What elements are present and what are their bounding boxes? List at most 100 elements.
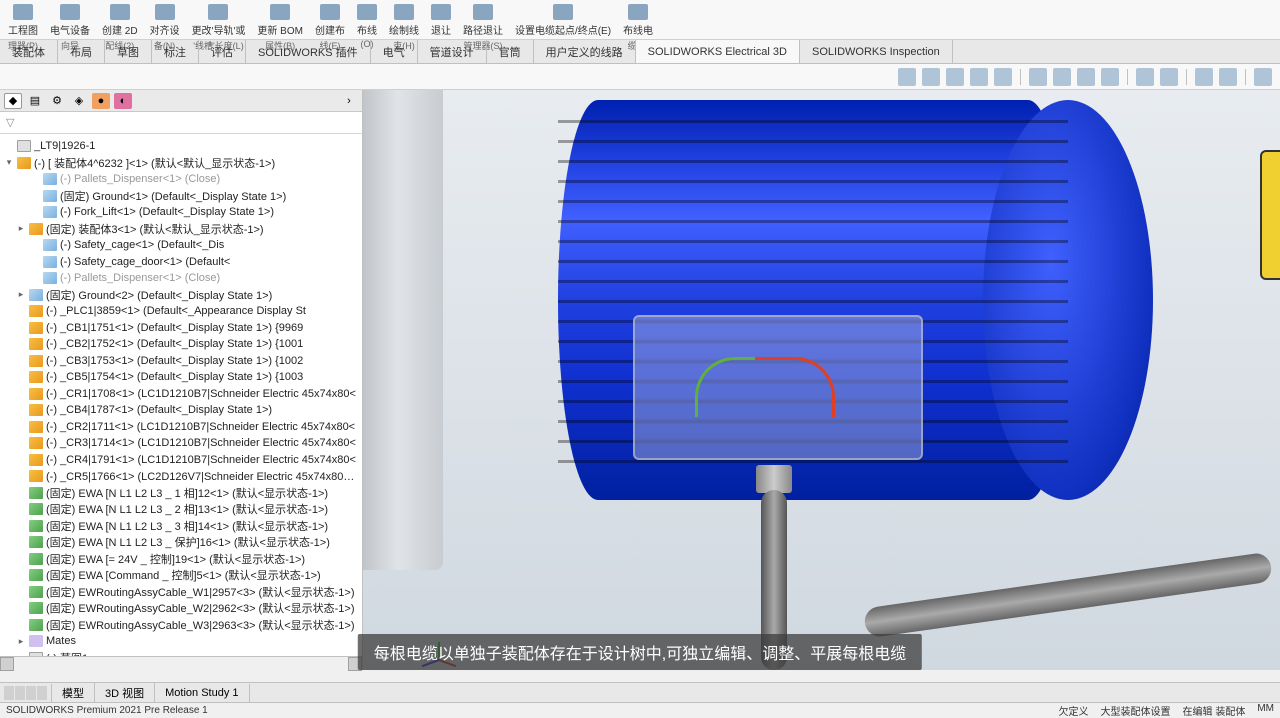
tree-item[interactable]: ▸Mates — [0, 633, 362, 650]
expand-icon[interactable]: ▾ — [4, 157, 14, 168]
tree-item[interactable]: (固定) EWRoutingAssyCable_W1|2957<3> (默认<显… — [0, 584, 362, 601]
tree-item[interactable]: (固定) EWA [N L1 L2 L3 _ 2 相]13<1> (默认<显示状… — [0, 501, 362, 518]
view-icon[interactable] — [1136, 68, 1154, 86]
tool-icon — [320, 4, 340, 20]
item-label: (固定) EWA [N L1 L2 L3 _ 2 相]13<1> (默认<显示状… — [46, 501, 328, 517]
item-icon — [29, 404, 43, 416]
tree-item[interactable]: ▸(固定) Ground<2> (Default<_Display State … — [0, 287, 362, 304]
tree-item[interactable]: (-) _PLC1|3859<1> (Default<_Appearance D… — [0, 303, 362, 320]
tree-item[interactable]: (-) _CR4|1791<1> (LC1D1210B7|Schneider E… — [0, 452, 362, 469]
item-label: (-) _PLC1|3859<1> (Default<_Appearance D… — [46, 305, 306, 317]
command-tab[interactable]: SOLIDWORKS 插件 — [246, 40, 371, 63]
item-icon — [29, 602, 43, 614]
command-tab[interactable]: 官筒 — [487, 40, 534, 63]
tree-item[interactable]: (-) Safety_cage<1> (Default<_Dis — [0, 237, 362, 254]
item-icon — [43, 206, 57, 218]
horizontal-scrollbar[interactable] — [0, 656, 362, 670]
tree-item[interactable]: (-) _CB3|1753<1> (Default<_Display State… — [0, 353, 362, 370]
dim-tab-icon[interactable]: ◈ — [70, 93, 88, 109]
command-tab[interactable]: 用户定义的线路 — [534, 40, 636, 63]
view-icon[interactable] — [1077, 68, 1095, 86]
tree-item[interactable]: (-) Fork_Lift<1> (Default<_Display State… — [0, 204, 362, 221]
tool-icon — [628, 4, 648, 20]
red-wire — [755, 357, 835, 417]
tree-item[interactable]: (固定) EWA [= 24V _ 控制]19<1> (默认<显示状态-1>) — [0, 551, 362, 568]
scroll-left-button[interactable] — [0, 657, 14, 671]
command-tab[interactable]: 电气 — [371, 40, 418, 63]
tree-item[interactable]: (固定) EWRoutingAssyCable_W2|2962<3> (默认<显… — [0, 600, 362, 617]
expand-icon[interactable]: ▸ — [16, 636, 26, 647]
toolbar-button[interactable]: 退让 — [427, 2, 455, 41]
tree-item[interactable]: (-) _CR3|1714<1> (LC1D1210B7|Schneider E… — [0, 435, 362, 452]
view-icon[interactable] — [1101, 68, 1119, 86]
view-icon[interactable] — [1053, 68, 1071, 86]
tree-item[interactable]: (-) Pallets_Dispenser<1> (Close) — [0, 171, 362, 188]
3dview-tab[interactable]: 3D 视图 — [95, 682, 155, 704]
tree-item[interactable]: (固定) EWA [Command _ 控制]5<1> (默认<显示状态-1>) — [0, 567, 362, 584]
tree-item[interactable]: (-) _CR5|1766<1> (LC2D126V7|Schneider El… — [0, 468, 362, 485]
tree-item[interactable]: (固定) EWA [N L1 L2 L3 _ 1 相]12<1> (默认<显示状… — [0, 485, 362, 502]
tree-item[interactable]: (-) _CB2|1752<1> (Default<_Display State… — [0, 336, 362, 353]
view-icon[interactable] — [970, 68, 988, 86]
appearance-tab-icon[interactable]: ◐ — [114, 93, 132, 109]
view-icon[interactable] — [1254, 68, 1272, 86]
view-icon[interactable] — [1219, 68, 1237, 86]
filter-icon[interactable]: ▽ — [6, 116, 14, 129]
tree-item[interactable]: (-) Pallets_Dispenser<1> (Close) — [0, 270, 362, 287]
tree-item[interactable]: ▸(固定) 装配体3<1> (默认<默认_显示状态-1>) — [0, 221, 362, 238]
view-icon[interactable] — [922, 68, 940, 86]
tree-item[interactable]: _LT9|1926-1 — [0, 138, 362, 155]
tree-item[interactable]: (固定) Ground<1> (Default<_Display State 1… — [0, 188, 362, 205]
command-tab[interactable]: 布局 — [58, 40, 105, 63]
command-tab[interactable]: 评估 — [199, 40, 246, 63]
tree-item[interactable]: (-) _CB1|1751<1> (Default<_Display State… — [0, 320, 362, 337]
status-bar: SOLIDWORKS Premium 2021 Pre Release 1 欠定… — [0, 702, 1280, 718]
3d-viewport[interactable] — [363, 90, 1280, 670]
tree-item[interactable]: (-) _CR1|1708<1> (LC1D1210B7|Schneider E… — [0, 386, 362, 403]
tool-icon — [357, 4, 377, 20]
tool-label: 更新 BOM — [257, 22, 303, 37]
item-icon — [29, 553, 43, 565]
command-tab[interactable]: 标注 — [152, 40, 199, 63]
tree-item[interactable]: (-) Safety_cage_door<1> (Default< — [0, 254, 362, 271]
tree-item[interactable]: ▾(-) [ 装配体4^6232 ]<1> (默认<默认_显示状态-1>) — [0, 155, 362, 172]
display-tab-icon[interactable]: ● — [92, 93, 110, 109]
feature-manager-panel: ◆ ▤ ⚙ ◈ ● ◐ › ▽ _LT9|1926-1▾(-) [ 装配体4^6… — [0, 90, 363, 670]
property-tab-icon[interactable]: ▤ — [26, 93, 44, 109]
tab-nav-arrows[interactable] — [0, 684, 52, 702]
tool-icon — [270, 4, 290, 20]
command-tab[interactable]: SOLIDWORKS Inspection — [800, 40, 953, 63]
status-definition: 欠定义 — [1059, 703, 1089, 718]
item-icon — [43, 173, 57, 185]
toolbar-button[interactable]: 设置电缆起点/终点(E) — [511, 2, 615, 41]
command-tab[interactable]: SOLIDWORKS Electrical 3D — [636, 40, 800, 63]
config-tab-icon[interactable]: ⚙ — [48, 93, 66, 109]
view-icon[interactable] — [898, 68, 916, 86]
command-tab[interactable]: 草图 — [105, 40, 152, 63]
tree-item[interactable]: (-) _CB5|1754<1> (Default<_Display State… — [0, 369, 362, 386]
tree-item[interactable]: (固定) EWRoutingAssyCable_W3|2963<3> (默认<显… — [0, 617, 362, 634]
expand-icon[interactable]: ▸ — [16, 289, 26, 300]
view-icon[interactable] — [1160, 68, 1178, 86]
tool-label: 绘制线 — [389, 22, 419, 37]
command-tab[interactable]: 管道设计 — [418, 40, 487, 63]
feature-tree-tab-icon[interactable]: ◆ — [4, 93, 22, 109]
expand-icon[interactable]: ▸ — [16, 223, 26, 234]
expand-icon[interactable]: › — [340, 93, 358, 109]
command-tab[interactable]: 装配体 — [0, 40, 58, 63]
main-area: ◆ ▤ ⚙ ◈ ● ◐ › ▽ _LT9|1926-1▾(-) [ 装配体4^6… — [0, 90, 1280, 670]
tree-item[interactable]: (-) _CB4|1787<1> (Default<_Display State… — [0, 402, 362, 419]
tree-item[interactable]: (-) _CR2|1711<1> (LC1D1210B7|Schneider E… — [0, 419, 362, 436]
view-icon[interactable] — [994, 68, 1012, 86]
cable-horizontal — [863, 552, 1273, 639]
motion-study-tab[interactable]: Motion Study 1 — [155, 684, 249, 702]
tool-label: 布线 — [357, 22, 377, 37]
tree-item[interactable]: (固定) EWA [N L1 L2 L3 _ 3 相]14<1> (默认<显示状… — [0, 518, 362, 535]
view-icon[interactable] — [946, 68, 964, 86]
tree-item[interactable]: (固定) EWA [N L1 L2 L3 _ 保护]16<1> (默认<显示状态… — [0, 534, 362, 551]
item-icon — [29, 586, 43, 598]
view-icon[interactable] — [1029, 68, 1047, 86]
view-icon[interactable] — [1195, 68, 1213, 86]
separator — [1186, 69, 1187, 85]
model-tab[interactable]: 模型 — [52, 682, 95, 704]
